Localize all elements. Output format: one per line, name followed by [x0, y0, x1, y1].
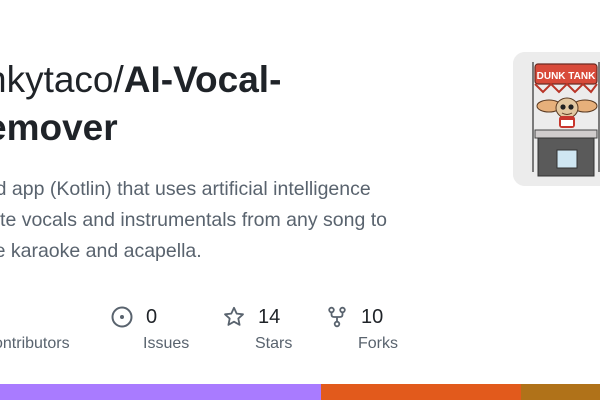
forks-stat[interactable]: 10 Forks [325, 300, 398, 354]
repo-name-line2[interactable]: emover [0, 107, 118, 148]
language-segment [520, 384, 600, 400]
stars-count: 14 [258, 305, 281, 328]
issues-count: 0 [146, 305, 158, 328]
issue-circle-icon [110, 305, 134, 329]
repo-stats: ontributors 0 Issues 14 Stars 10 Forks [0, 300, 600, 360]
sign-text: DUNK TANK [537, 71, 596, 82]
language-segment [0, 384, 321, 400]
contributors-label: ontributors [0, 335, 70, 352]
description-line-2: plate vocals and instrumentals from any … [0, 209, 387, 231]
repo-name[interactable]: AI-Vocal- [124, 59, 282, 100]
language-segment [321, 384, 521, 400]
repo-avatar: DUNK TANK [513, 52, 600, 186]
stars-label: Stars [255, 335, 293, 352]
issues-label: Issues [143, 335, 190, 352]
description-line-3: uce karaoke and acapella. [0, 240, 202, 262]
contributors-stat[interactable]: ontributors [0, 334, 70, 354]
repo-title[interactable]: nkytaco/AI-Vocal- emover [0, 56, 486, 152]
forks-label: Forks [358, 335, 398, 352]
language-bar [0, 384, 600, 400]
dunk-tank-gremlin-illustration: DUNK TANK [513, 52, 600, 186]
repo-description: roid app (Kotlin) that uses artificial i… [0, 174, 474, 267]
forks-count: 10 [361, 305, 384, 328]
repo-owner[interactable]: nkytaco/ [0, 59, 124, 100]
description-line-1: roid app (Kotlin) that uses artificial i… [0, 178, 371, 200]
stars-stat[interactable]: 14 Stars [222, 300, 292, 354]
fork-icon [325, 305, 349, 329]
issues-stat[interactable]: 0 Issues [110, 300, 189, 354]
star-icon [222, 305, 246, 329]
